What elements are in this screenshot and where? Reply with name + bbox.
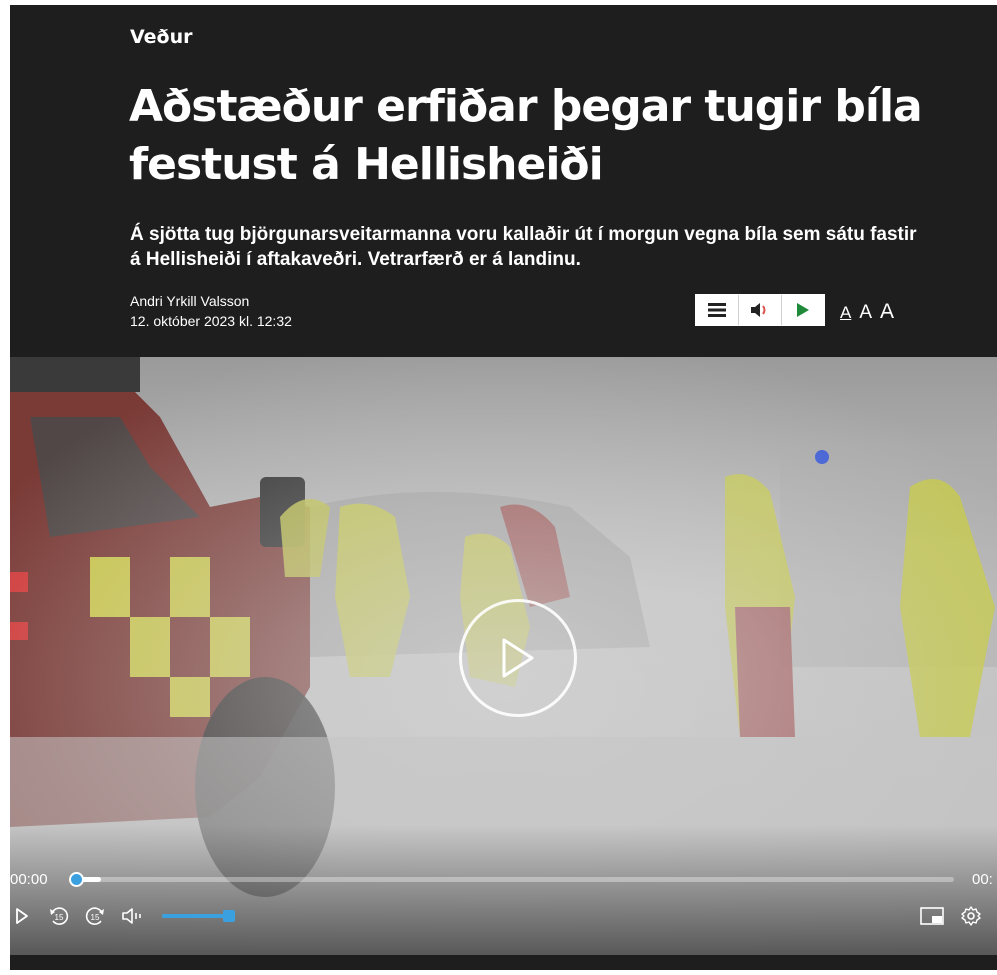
font-size-controls: A A A xyxy=(840,300,894,324)
article-lead: Á sjötta tug björgunarsveitarmanna voru … xyxy=(130,224,917,270)
volume-handle[interactable] xyxy=(222,910,235,922)
forward-15-icon: 15 xyxy=(85,907,104,925)
category-label[interactable]: Veður xyxy=(130,26,193,48)
forward-15-button[interactable]: 15 xyxy=(84,905,106,927)
controls-backdrop xyxy=(10,825,997,955)
settings-button[interactable] xyxy=(960,905,982,927)
audio-play-button[interactable] xyxy=(781,295,824,325)
author-name[interactable]: Andri Yrkill Valsson xyxy=(130,293,249,309)
play-button[interactable] xyxy=(13,905,31,927)
audio-menu-button[interactable] xyxy=(696,295,738,325)
font-size-large-button[interactable]: A xyxy=(880,300,894,324)
rewind-15-icon: 15 xyxy=(50,907,69,925)
audio-player-bar xyxy=(695,294,825,326)
publish-date: 12. október 2023 kl. 12:32 xyxy=(130,313,292,329)
font-size-medium-button[interactable]: A xyxy=(859,302,872,324)
font-size-small-button[interactable]: A xyxy=(840,303,851,323)
progress-bar[interactable] xyxy=(69,872,954,887)
forward-label: 15 xyxy=(91,913,100,922)
mute-button[interactable] xyxy=(120,905,146,927)
play-icon xyxy=(797,303,809,317)
settings-icon xyxy=(961,906,981,926)
volume-slider[interactable] xyxy=(162,910,235,922)
volume-level xyxy=(162,914,229,918)
page-footer-strip xyxy=(10,955,997,970)
progress-handle[interactable] xyxy=(69,872,84,887)
speaker-icon xyxy=(751,303,766,317)
big-play-button[interactable] xyxy=(459,599,577,717)
video-player[interactable]: 00:00 00: 15 15 xyxy=(10,357,997,955)
total-time: 00: xyxy=(972,871,993,888)
rewind-15-button[interactable]: 15 xyxy=(48,905,70,927)
article-headline: Aðstæður erfiðar þegar tugir bíla festus… xyxy=(129,81,923,190)
current-time: 00:00 xyxy=(10,871,48,888)
picture-in-picture-icon xyxy=(920,907,944,925)
menu-icon xyxy=(708,303,726,317)
picture-in-picture-button[interactable] xyxy=(920,905,944,927)
volume-icon xyxy=(122,908,141,924)
audio-speaker-button[interactable] xyxy=(738,295,781,325)
play-icon xyxy=(16,908,28,924)
play-icon xyxy=(502,638,534,678)
rewind-label: 15 xyxy=(55,913,64,922)
